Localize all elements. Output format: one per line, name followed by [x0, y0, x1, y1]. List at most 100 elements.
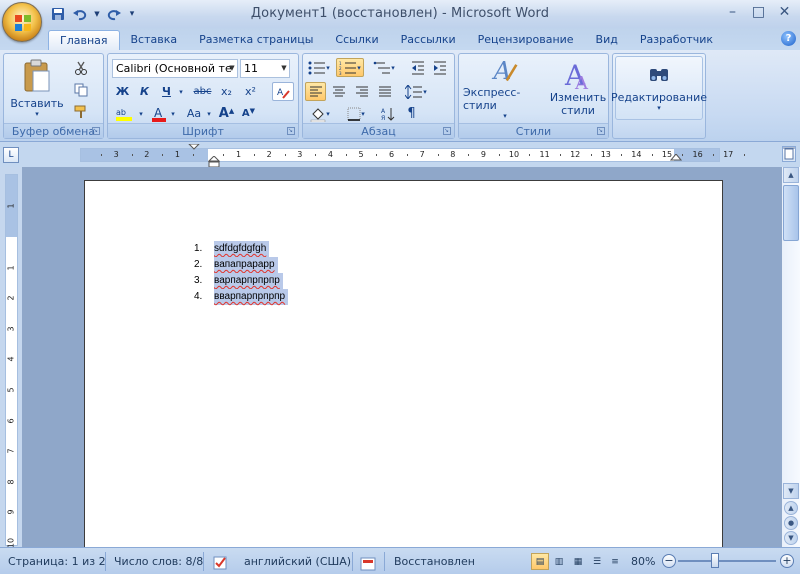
- show-formatting-marks-icon[interactable]: ¶: [401, 104, 422, 123]
- increase-indent-icon[interactable]: [429, 58, 450, 77]
- align-right-icon[interactable]: [351, 82, 372, 101]
- customize-qat-icon[interactable]: ▾: [126, 5, 138, 23]
- web-layout-view-icon[interactable]: ▦: [569, 553, 587, 570]
- decrease-indent-icon[interactable]: [407, 58, 428, 77]
- close-button[interactable]: ✕: [772, 2, 797, 22]
- zoom-out-button[interactable]: −: [662, 554, 676, 568]
- list-text[interactable]: sdfdgfdgfgh: [214, 241, 270, 257]
- shading-button[interactable]: ▾: [305, 104, 335, 123]
- underline-dropdown-icon[interactable]: ▾: [176, 82, 186, 101]
- shrink-font-button[interactable]: A ▼: [238, 104, 259, 123]
- numbering-button[interactable]: 123 ▾: [336, 58, 364, 77]
- office-button[interactable]: [2, 2, 42, 42]
- zoom-in-button[interactable]: +: [780, 554, 794, 568]
- multilevel-list-button[interactable]: ▾: [369, 58, 399, 77]
- underline-button[interactable]: Ч: [156, 82, 177, 101]
- borders-button[interactable]: ▾: [341, 104, 371, 123]
- bold-button[interactable]: Ж: [112, 82, 133, 101]
- justify-icon[interactable]: [374, 82, 395, 101]
- list-item[interactable]: 4. вварпарпрпрпр: [194, 289, 289, 305]
- font-launcher-icon[interactable]: ↘: [287, 127, 295, 135]
- full-screen-reading-view-icon[interactable]: ▥: [550, 553, 568, 570]
- tab-selector-icon[interactable]: L: [3, 147, 19, 163]
- right-indent-marker[interactable]: [670, 154, 682, 164]
- tab-insert[interactable]: Вставка: [120, 30, 189, 50]
- bullets-button[interactable]: ▾: [305, 58, 333, 77]
- copy-icon[interactable]: [70, 80, 91, 99]
- proofing-icon[interactable]: [212, 554, 230, 570]
- scroll-down-icon[interactable]: ▼: [783, 483, 799, 499]
- font-color-dropdown-icon[interactable]: ▾: [168, 104, 178, 123]
- browse-object-icon[interactable]: ●: [784, 516, 798, 530]
- print-layout-view-icon[interactable]: ▤: [531, 553, 549, 570]
- list-text[interactable]: варпарпрпрпр: [214, 273, 283, 289]
- paragraph-launcher-icon[interactable]: ↘: [443, 127, 451, 135]
- list-item[interactable]: 3. варпарпрпрпр: [194, 273, 288, 289]
- draft-view-icon[interactable]: ≡: [606, 553, 624, 570]
- scroll-up-icon[interactable]: ▲: [783, 167, 799, 183]
- highlight-button[interactable]: ab: [112, 104, 138, 123]
- first-line-indent-marker[interactable]: [188, 144, 200, 168]
- minimize-button[interactable]: –: [720, 2, 745, 22]
- tab-home[interactable]: Главная: [48, 30, 120, 50]
- superscript-button[interactable]: x²: [240, 82, 261, 101]
- tab-review[interactable]: Рецензирование: [467, 30, 585, 50]
- font-name-combo[interactable]: Calibri (Основной те ▼: [112, 59, 238, 78]
- zoom-slider[interactable]: [678, 560, 776, 562]
- grow-font-button[interactable]: A ▲: [216, 104, 237, 123]
- maximize-button[interactable]: □: [746, 2, 771, 22]
- scroll-thumb[interactable]: [783, 185, 799, 241]
- tab-developer[interactable]: Разработчик: [629, 30, 724, 50]
- word-count[interactable]: Число слов: 8/8: [114, 548, 203, 574]
- editing-button[interactable]: Редактирование ▾: [611, 56, 707, 120]
- styles-launcher-icon[interactable]: ↘: [597, 127, 605, 135]
- tab-mailings[interactable]: Рассылки: [390, 30, 467, 50]
- vertical-scrollbar[interactable]: ▲ ▼ ▲ ● ▼: [782, 167, 800, 547]
- font-color-button[interactable]: A: [148, 104, 170, 123]
- cut-icon[interactable]: [70, 58, 91, 77]
- italic-button[interactable]: К: [134, 82, 155, 101]
- format-painter-icon[interactable]: [70, 102, 91, 121]
- document-page[interactable]: 1. sdfdgfdgfgh 2. вапапрарарр 3. варпарп…: [84, 180, 723, 550]
- paste-button[interactable]: Вставить ▾: [8, 56, 66, 120]
- view-ruler-button[interactable]: [782, 146, 796, 162]
- tab-view[interactable]: Вид: [585, 30, 629, 50]
- next-page-icon[interactable]: ▼: [784, 531, 798, 545]
- align-left-icon[interactable]: [305, 82, 326, 101]
- numbered-list[interactable]: 1. sdfdgfdgfgh 2. вапапрарарр 3. варпарп…: [194, 241, 289, 305]
- express-styles-button[interactable]: A Экспресс-стили ▾: [463, 56, 547, 120]
- tab-page-layout[interactable]: Разметка страницы: [188, 30, 324, 50]
- redo-icon[interactable]: [104, 5, 124, 23]
- strikethrough-button[interactable]: abc: [192, 82, 213, 101]
- zoom-slider-thumb[interactable]: [711, 553, 719, 568]
- help-icon[interactable]: ?: [781, 31, 796, 46]
- prev-page-icon[interactable]: ▲: [784, 501, 798, 515]
- macro-recording-icon[interactable]: [360, 554, 376, 571]
- list-item[interactable]: 2. вапапрарарр: [194, 257, 288, 273]
- subscript-button[interactable]: x₂: [216, 82, 237, 101]
- page-indicator[interactable]: Страница: 1 из 2: [8, 548, 106, 574]
- list-item[interactable]: 1. sdfdgfdgfgh: [194, 241, 288, 257]
- undo-icon[interactable]: [70, 5, 90, 23]
- highlight-dropdown-icon[interactable]: ▾: [136, 104, 146, 123]
- change-case-dropdown-icon[interactable]: ▾: [204, 104, 214, 123]
- align-center-icon[interactable]: [328, 82, 349, 101]
- line-spacing-button[interactable]: ▾: [401, 82, 431, 101]
- save-icon[interactable]: [48, 5, 68, 23]
- horizontal-ruler[interactable]: 3 2 1 1 2 3 4 5 6 7 8 9 10 11 12 13 14 15 16 17: [80, 144, 745, 168]
- status-bar: Страница: 1 из 2 Число слов: 8/8 английс…: [0, 547, 800, 574]
- vertical-ruler[interactable]: 1 1 2 3 4 5 6 7 8 9 10: [5, 174, 18, 548]
- language-indicator[interactable]: английский (США): [244, 548, 351, 574]
- list-text[interactable]: вапапрарарр: [214, 257, 278, 273]
- clipboard-launcher-icon[interactable]: ↘: [92, 127, 100, 135]
- outline-view-icon[interactable]: ☰: [588, 553, 606, 570]
- list-text[interactable]: вварпарпрпрпр: [214, 289, 289, 305]
- clear-formatting-icon[interactable]: A: [272, 82, 294, 101]
- font-size-combo[interactable]: 11 ▼: [240, 59, 290, 78]
- sort-icon[interactable]: AЯ: [377, 104, 398, 123]
- change-styles-button[interactable]: A A Изменить стили: [549, 56, 607, 120]
- tab-references[interactable]: Ссылки: [324, 30, 389, 50]
- undo-dropdown-icon[interactable]: ▼: [92, 5, 102, 23]
- zoom-level[interactable]: 80%: [631, 548, 655, 574]
- change-case-button[interactable]: Aa: [182, 104, 206, 123]
